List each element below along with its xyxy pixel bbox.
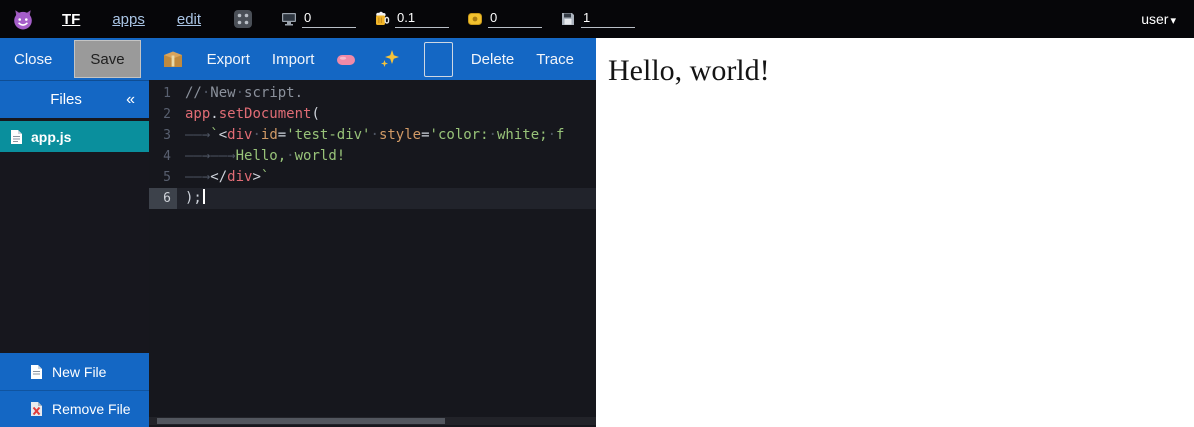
- line-number: 1: [149, 83, 177, 104]
- editor-line[interactable]: 4——→——→Hello,·world!: [149, 146, 596, 167]
- counter-monitor-value[interactable]: 0: [302, 10, 356, 28]
- user-menu-label: user: [1141, 11, 1168, 27]
- scrollbar-thumb[interactable]: [157, 418, 445, 424]
- code-line-content[interactable]: );: [177, 188, 596, 209]
- counter-beer-value[interactable]: 0.1: [395, 10, 449, 28]
- code-line-content[interactable]: ——→——→Hello,·world!: [177, 146, 596, 167]
- soap-icon: [336, 52, 356, 67]
- line-number: 5: [149, 167, 177, 188]
- devil-face-icon: [12, 8, 34, 30]
- editor-line[interactable]: 2app.setDocument(: [149, 104, 596, 125]
- soap-button[interactable]: [336, 52, 356, 67]
- dice-grid-icon[interactable]: [233, 9, 253, 29]
- code-line-content[interactable]: ——→`<div·id='test-div'·style='color:·whi…: [177, 125, 596, 146]
- import-button[interactable]: Import: [272, 51, 315, 68]
- new-file-button[interactable]: New File: [0, 353, 149, 390]
- counter-coin-value[interactable]: 0: [488, 10, 542, 28]
- topbar: TF apps edit 0: [0, 0, 1194, 38]
- files-panel-title: Files: [10, 91, 122, 108]
- link-apps[interactable]: apps: [112, 11, 145, 28]
- editor-line[interactable]: 3——→`<div·id='test-div'·style='color:·wh…: [149, 125, 596, 146]
- editor-line[interactable]: 6);: [149, 188, 596, 209]
- link-edit[interactable]: edit: [177, 11, 201, 28]
- line-number: 3: [149, 125, 177, 146]
- package-button[interactable]: [163, 50, 183, 68]
- sparkles-icon: [380, 49, 400, 69]
- package-icon: [163, 50, 183, 68]
- link-tf[interactable]: TF: [62, 11, 80, 28]
- remove-file-button[interactable]: Remove File: [0, 390, 149, 427]
- files-panel-header: Files «: [0, 80, 149, 118]
- horizontal-scrollbar[interactable]: [149, 417, 596, 425]
- editor-lines: 1//·New·script.2app.setDocument(3——→`<di…: [149, 83, 596, 209]
- sidebar-actions: New File Remove File: [0, 353, 149, 427]
- caret-down-icon: ▾: [1170, 15, 1176, 27]
- file-item-appjs[interactable]: app.js: [0, 121, 149, 152]
- export-button[interactable]: Export: [207, 51, 250, 68]
- file-name: app.js: [31, 129, 71, 145]
- new-file-label: New File: [52, 364, 106, 380]
- close-button[interactable]: Close: [14, 51, 52, 68]
- text-cursor: [203, 189, 205, 204]
- counter-monitor: 0: [281, 10, 356, 28]
- beer-icon: [374, 11, 390, 27]
- monitor-icon: [281, 11, 297, 27]
- collapse-sidebar-button[interactable]: «: [122, 91, 139, 109]
- counter-floppy-value[interactable]: 1: [581, 10, 635, 28]
- code-line-content[interactable]: ——→</div>`: [177, 167, 596, 188]
- code-editor[interactable]: 1//·New·script.2app.setDocument(3——→`<di…: [149, 80, 596, 427]
- files-sidebar: Files « app.js: [0, 80, 149, 427]
- counter-floppy: 1: [560, 10, 635, 28]
- editor-toolbar: Close Save Export Import: [0, 38, 596, 80]
- rendered-output: Hello, world!: [608, 54, 1194, 88]
- sparkles-button[interactable]: [380, 49, 400, 69]
- trace-button[interactable]: Trace: [536, 51, 574, 68]
- line-number: 2: [149, 104, 177, 125]
- delete-button[interactable]: Delete: [471, 51, 514, 68]
- editor-line[interactable]: 5——→</div>`: [149, 167, 596, 188]
- counter-coin: 0: [467, 10, 542, 28]
- counter-beer: 0.1: [374, 10, 449, 28]
- coin-icon: [467, 11, 483, 27]
- save-button[interactable]: Save: [74, 40, 140, 78]
- blank-button[interactable]: [424, 42, 452, 77]
- file-icon: [10, 129, 23, 145]
- code-line-content[interactable]: app.setDocument(: [177, 104, 596, 125]
- line-number: 6: [149, 188, 177, 209]
- floppy-icon: [560, 11, 576, 27]
- user-menu[interactable]: user▾: [1141, 11, 1194, 27]
- code-line-content[interactable]: //·New·script.: [177, 83, 596, 104]
- preview-pane: Hello, world!: [596, 38, 1194, 427]
- remove-file-label: Remove File: [52, 401, 131, 417]
- remove-file-icon: [30, 401, 43, 417]
- editor-line[interactable]: 1//·New·script.: [149, 83, 596, 104]
- new-file-icon: [30, 364, 43, 380]
- line-number: 4: [149, 146, 177, 167]
